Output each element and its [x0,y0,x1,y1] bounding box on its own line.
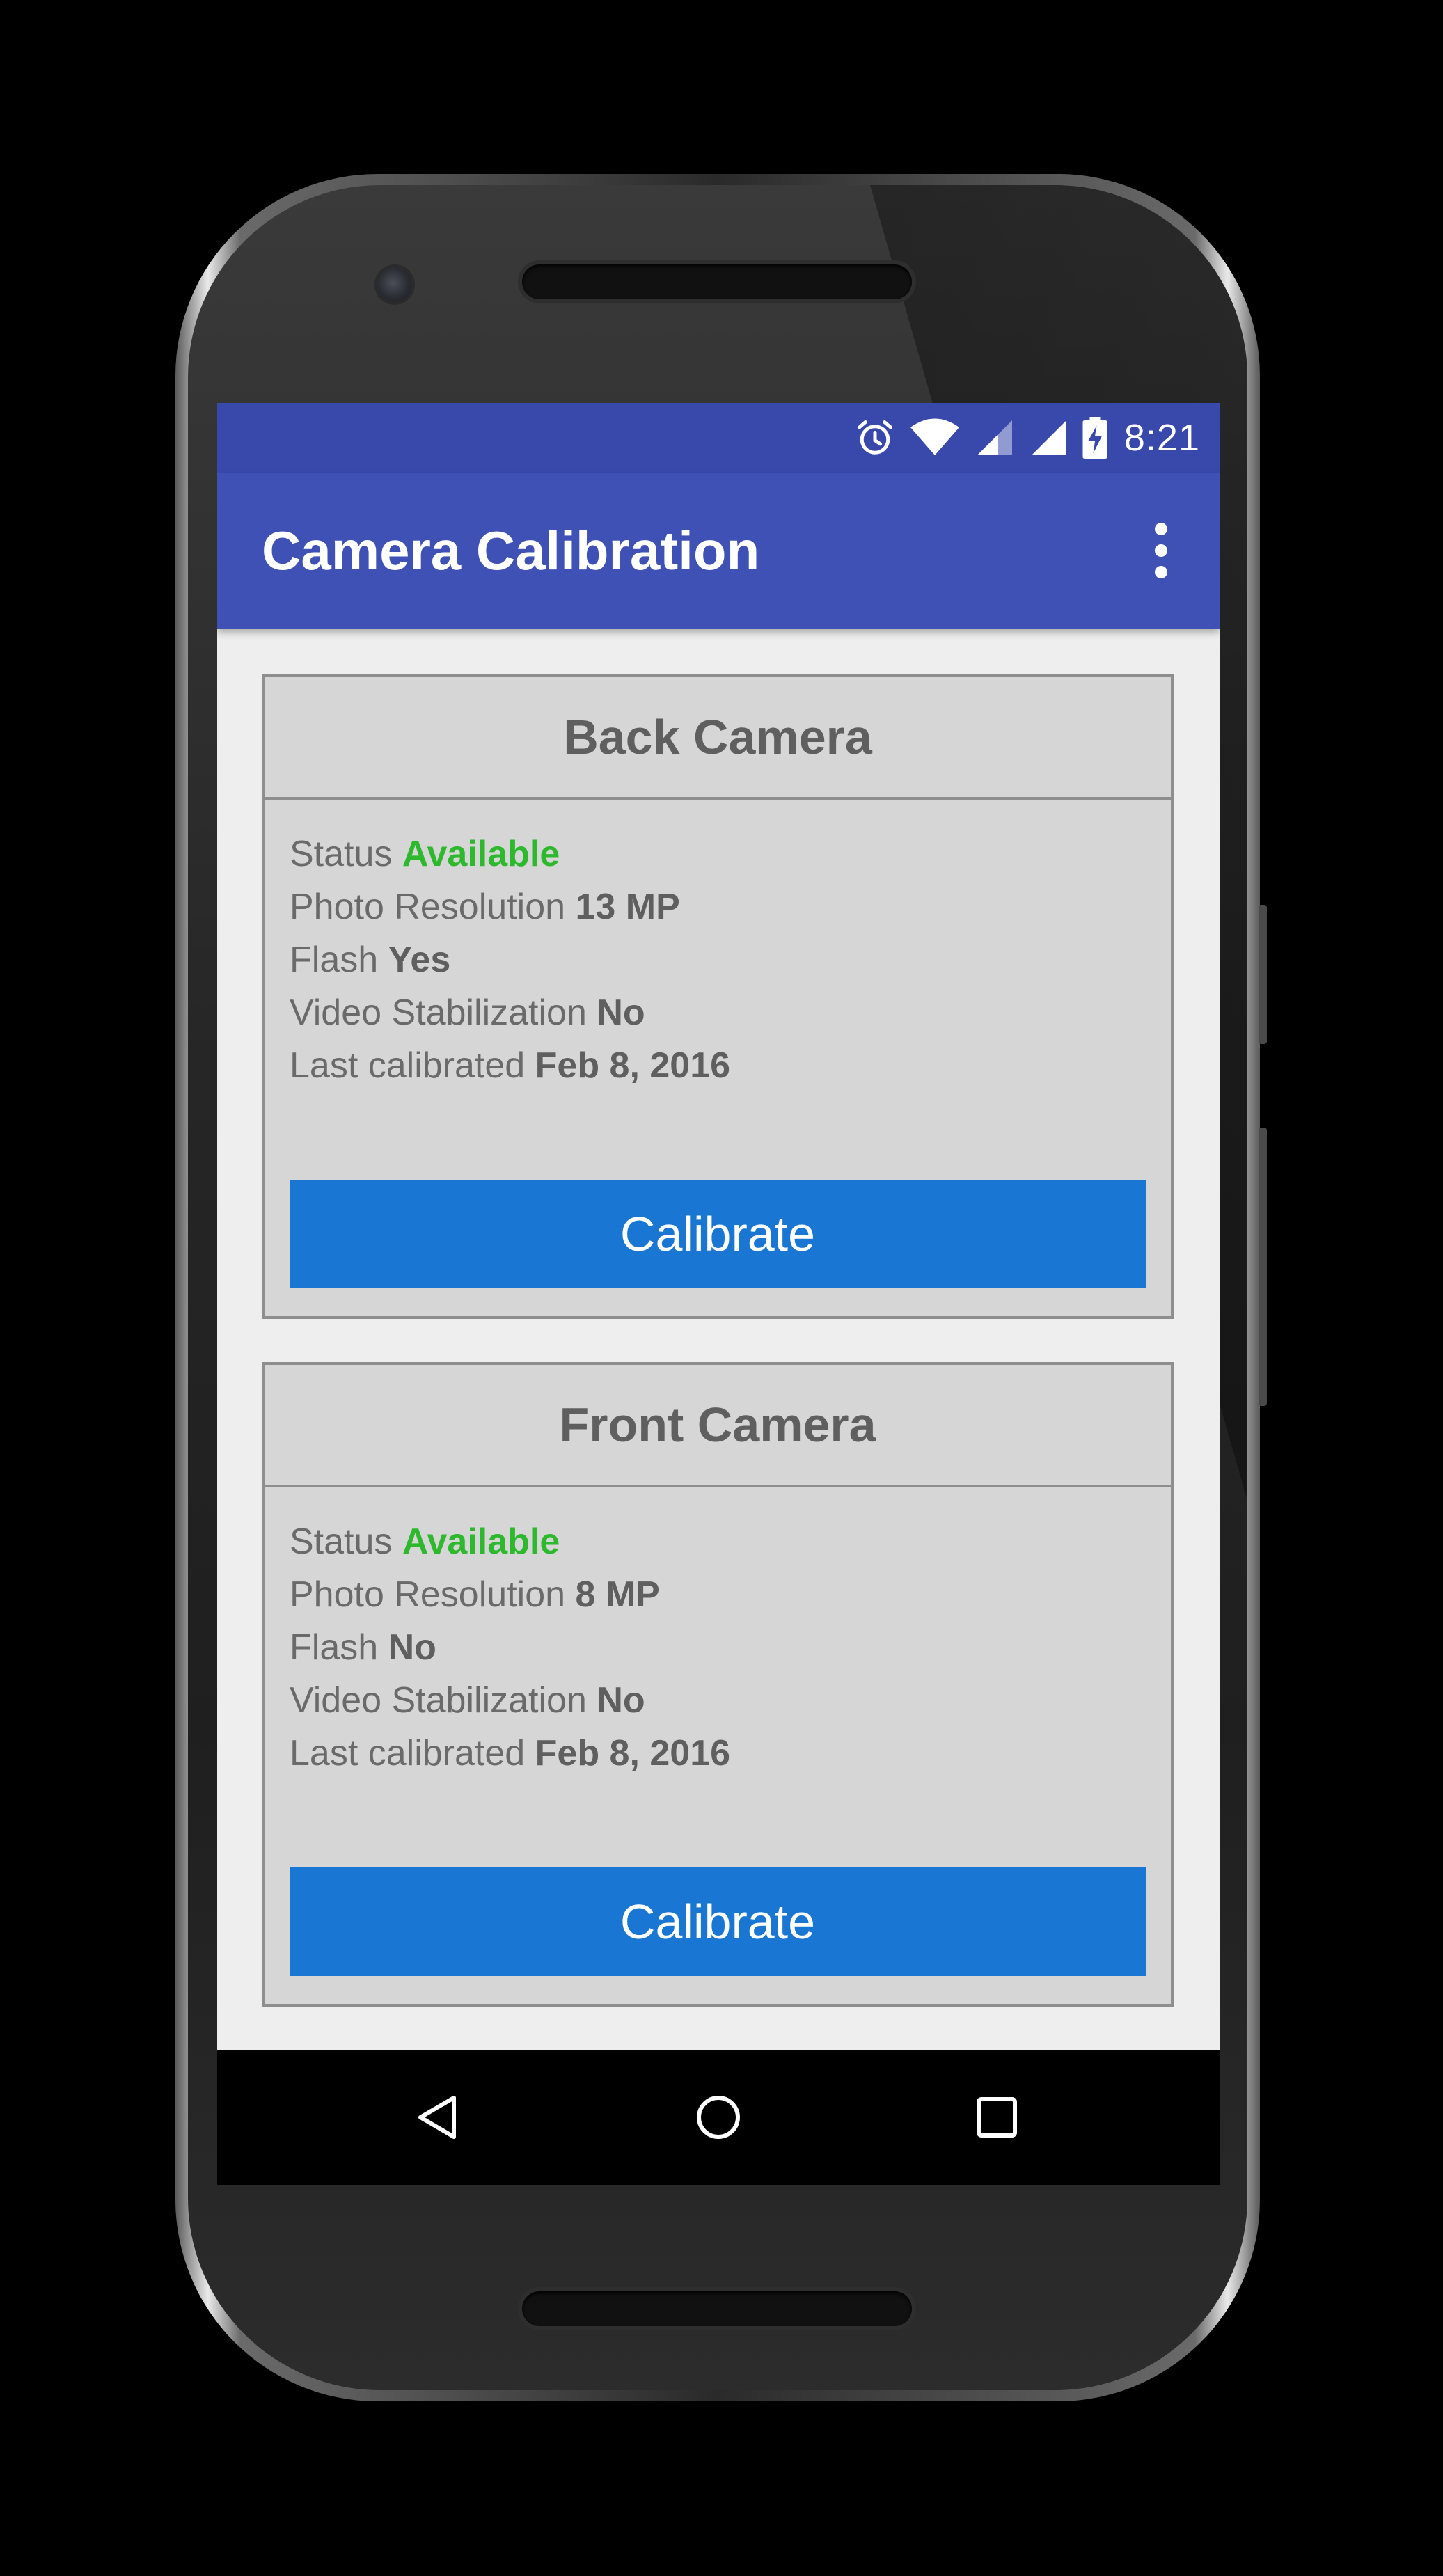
detail-video-stabilization: Video Stabilization No [290,993,645,1033]
detail-photo-resolution: Photo Resolution 13 MP [290,887,680,927]
alarm-icon [854,417,896,459]
earpiece-speaker [522,264,912,299]
card-title: Front Camera [265,1365,1171,1487]
bottom-speaker [522,2291,912,2326]
screen: 8:21 Camera Calibration Back Camera Stat… [217,403,1220,2185]
detail-last-calibrated: Last calibrated Feb 8, 2016 [290,1045,731,1086]
volume-button [1259,1128,1267,1406]
calibrate-back-camera-button[interactable]: Calibrate [290,1180,1146,1288]
detail-photo-resolution: Photo Resolution 8 MP [290,1574,660,1615]
calibrate-front-camera-button[interactable]: Calibrate [290,1867,1146,1976]
recents-icon[interactable] [969,2089,1025,2145]
status-badge: Available [402,1522,560,1562]
detail-status: Status Available [290,834,560,874]
more-vert-icon[interactable] [1147,523,1175,578]
detail-last-calibrated: Last calibrated Feb 8, 2016 [290,1733,731,1773]
navigation-bar [217,2050,1220,2185]
home-icon[interactable] [691,2089,746,2145]
wifi-icon [908,417,961,459]
camera-details: Status Available Photo Resolution 13 MP … [290,828,730,1092]
detail-video-stabilization: Video Stabilization No [290,1680,645,1721]
back-camera-card: Back Camera Status Available Photo Resol… [262,674,1174,1319]
detail-flash: Flash Yes [290,940,451,980]
app-title: Camera Calibration [262,520,760,581]
app-bar: Camera Calibration [217,473,1220,629]
camera-details: Status Available Photo Resolution 8 MP F… [290,1515,730,1780]
status-time: 8:21 [1123,417,1200,459]
power-button [1259,905,1267,1044]
front-camera-lens [377,267,412,302]
battery-charging-icon [1082,417,1107,459]
detail-flash: Flash No [290,1627,436,1668]
front-camera-card: Front Camera Status Available Photo Reso… [262,1362,1174,2007]
status-bar: 8:21 [217,403,1220,473]
camera-list: Back Camera Status Available Photo Resol… [217,629,1220,2050]
card-title: Back Camera [265,677,1171,800]
status-badge: Available [402,834,560,874]
signal-icon [974,417,1016,459]
back-icon[interactable] [412,2089,468,2145]
signal-icon [1028,417,1070,459]
detail-status: Status Available [290,1522,560,1562]
device-frame: 8:21 Camera Calibration Back Camera Stat… [0,0,1443,2576]
